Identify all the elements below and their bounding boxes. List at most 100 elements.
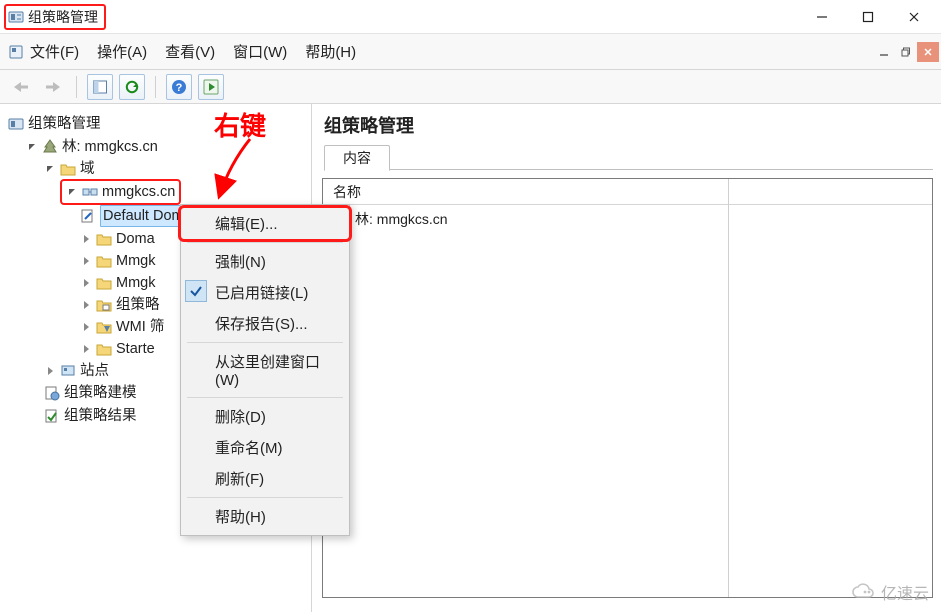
collapse-icon[interactable] <box>66 186 78 198</box>
content-area: 右键 组策略管理 林: mmgkcs <box>0 104 941 612</box>
details-title: 组策略管理 <box>324 112 933 138</box>
expand-icon[interactable] <box>80 233 92 245</box>
tree-wmi-label: WMI 筛 <box>116 317 164 337</box>
details-pane: 组策略管理 内容 名称 林: mmgkcs.cn <box>312 104 941 612</box>
menu-window[interactable]: 窗口(W) <box>233 41 287 62</box>
ou-folder-icon <box>96 253 112 269</box>
starter-folder-icon <box>96 341 112 357</box>
grid-row-forest[interactable]: 林: mmgkcs.cn <box>323 205 932 233</box>
svg-text:?: ? <box>176 82 183 94</box>
toolbar-separator <box>155 76 156 98</box>
menu-file[interactable]: 文件(F) <box>30 41 79 62</box>
mdi-minimize-button[interactable] <box>873 42 895 62</box>
tree-sites[interactable]: 站点 <box>44 361 109 381</box>
minimize-button[interactable] <box>799 2 845 32</box>
tab-contents[interactable]: 内容 <box>324 145 390 171</box>
ctx-link-enabled[interactable]: 已启用链接(L) <box>181 277 349 308</box>
ctx-help[interactable]: 帮助(H) <box>181 501 349 532</box>
tree-starter-label: Starte <box>116 339 155 359</box>
ctx-edit-label: 编辑(E)... <box>215 216 278 233</box>
tree-ou-domain-controllers[interactable]: Doma <box>80 229 155 249</box>
ou-folder-icon <box>96 231 112 247</box>
results-icon <box>44 408 60 424</box>
ctx-rename[interactable]: 重命名(M) <box>181 432 349 463</box>
ctx-enforce-label: 强制(N) <box>215 254 266 271</box>
mdi-close-button[interactable] <box>917 42 939 62</box>
ctx-help-label: 帮助(H) <box>215 509 266 526</box>
tree-results-label: 组策略结果 <box>64 406 137 426</box>
cloud-icon <box>851 583 875 601</box>
tree-root-label: 组策略管理 <box>28 114 101 134</box>
forward-button[interactable] <box>40 74 66 100</box>
expand-icon[interactable] <box>80 255 92 267</box>
window-title: 组策略管理 <box>28 7 98 27</box>
ctx-save-report[interactable]: 保存报告(S)... <box>181 308 349 339</box>
run-button[interactable] <box>198 74 224 100</box>
gpo-link-icon <box>80 208 96 224</box>
wmi-folder-icon <box>96 319 112 335</box>
tree-domains-label: 域 <box>80 159 95 179</box>
refresh-button[interactable] <box>119 74 145 100</box>
tree-ou-mmgk1-label: Mmgk <box>116 251 155 271</box>
column-header-name-label: 名称 <box>333 182 361 202</box>
close-button[interactable] <box>891 2 937 32</box>
domains-folder-icon <box>60 161 76 177</box>
details-grid[interactable]: 名称 林: mmgkcs.cn <box>322 178 933 598</box>
ctx-delete-label: 删除(D) <box>215 409 266 426</box>
menu-help[interactable]: 帮助(H) <box>305 41 356 62</box>
gpmc-root-icon <box>8 116 24 132</box>
expand-icon[interactable] <box>80 321 92 333</box>
ctx-separator <box>187 342 343 343</box>
menu-bar: 文件(F) 操作(A) 查看(V) 窗口(W) 帮助(H) <box>0 34 941 70</box>
column-header-name[interactable]: 名称 <box>323 179 932 205</box>
toolbar-separator <box>76 76 77 98</box>
tree-ou-mmgk2[interactable]: Mmgk <box>80 273 155 293</box>
window-title-highlight: 组策略管理 <box>4 4 106 30</box>
show-hide-tree-button[interactable] <box>87 74 113 100</box>
maximize-button[interactable] <box>845 2 891 32</box>
tree-gp-results[interactable]: 组策略结果 <box>44 406 137 426</box>
tree-gpo-container[interactable]: 组策略 <box>80 295 160 315</box>
tree-domains[interactable]: 域 <box>44 159 95 179</box>
tree-wmi-filters[interactable]: WMI 筛 <box>80 317 164 337</box>
back-button[interactable] <box>8 74 34 100</box>
tree-ou-mmgk1[interactable]: Mmgk <box>80 251 155 271</box>
mdi-restore-button[interactable] <box>895 42 917 62</box>
ctx-refresh[interactable]: 刷新(F) <box>181 463 349 494</box>
menu-action[interactable]: 操作(A) <box>97 41 147 62</box>
watermark-text: 亿速云 <box>881 580 929 604</box>
collapse-icon[interactable] <box>26 141 38 153</box>
tree-forest[interactable]: 林: mmgkcs.cn <box>26 137 158 157</box>
tree-gpo-container-label: 组策略 <box>116 295 160 315</box>
grid-row-forest-label: 林: mmgkcs.cn <box>355 209 448 229</box>
toolbar: ? <box>0 70 941 104</box>
ctx-enforce[interactable]: 强制(N) <box>181 246 349 277</box>
ctx-save-report-label: 保存报告(S)... <box>215 316 308 333</box>
expand-icon[interactable] <box>44 365 56 377</box>
context-menu: 编辑(E)... 强制(N) 已启用链接(L) 保存报告(S)... 从这里创建… <box>180 204 350 536</box>
tree-starter-gpos[interactable]: Starte <box>80 339 155 359</box>
expand-icon[interactable] <box>80 277 92 289</box>
tree-root[interactable]: 组策略管理 <box>8 114 101 134</box>
expand-icon[interactable] <box>80 343 92 355</box>
column-separator[interactable] <box>728 179 729 597</box>
ctx-link-enabled-label: 已启用链接(L) <box>215 285 308 302</box>
tree-pane: 右键 组策略管理 林: mmgkcs <box>0 104 312 612</box>
ctx-rename-label: 重命名(M) <box>215 440 283 457</box>
tree-domain[interactable]: mmgkcs.cn <box>62 181 179 203</box>
gpo-folder-icon <box>96 297 112 313</box>
ctx-separator <box>187 497 343 498</box>
ctx-delete[interactable]: 删除(D) <box>181 401 349 432</box>
menu-view[interactable]: 查看(V) <box>165 41 215 62</box>
collapse-icon[interactable] <box>44 163 56 175</box>
help-button[interactable]: ? <box>166 74 192 100</box>
expand-icon[interactable] <box>80 299 92 311</box>
ctx-edit[interactable]: 编辑(E)... <box>181 208 349 239</box>
sites-icon <box>60 363 76 379</box>
gpmc-app-icon <box>8 9 24 25</box>
ctx-new-window[interactable]: 从这里创建窗口(W) <box>181 346 349 394</box>
tree-gp-modeling[interactable]: 组策略建模 <box>44 383 137 403</box>
details-tabbar: 内容 <box>324 144 933 170</box>
window-titlebar: 组策略管理 <box>0 0 941 34</box>
tree-sites-label: 站点 <box>80 361 109 381</box>
